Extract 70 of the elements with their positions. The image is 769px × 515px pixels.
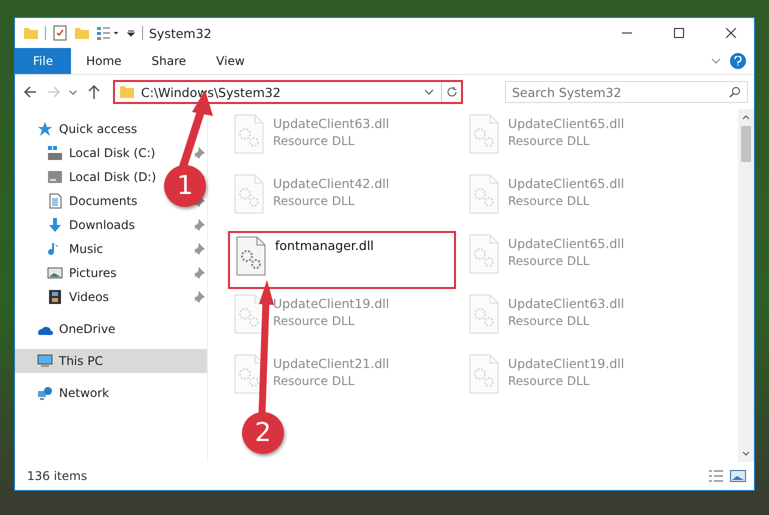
file-name: UpdateClient21.dll — [273, 356, 390, 371]
nav-item[interactable]: Videos — [47, 285, 111, 309]
ribbon-tab[interactable]: Home — [71, 48, 137, 74]
file-name: UpdateClient63.dll — [508, 296, 624, 311]
documents-icon — [47, 193, 63, 209]
close-icon — [726, 28, 736, 38]
maximize-icon — [674, 28, 684, 38]
file-name: UpdateClient65.dll — [508, 236, 624, 251]
search-icon — [729, 86, 741, 98]
file-type: Resource DLL — [508, 374, 590, 388]
drive-icon — [47, 169, 63, 185]
file-name: UpdateClient19.dll — [508, 356, 624, 371]
file-name: UpdateClient19.dll — [273, 296, 390, 311]
dll-file-icon — [235, 236, 267, 276]
refresh-icon — [446, 86, 458, 98]
file-name: UpdateClient63.dll — [273, 116, 390, 131]
scroll-thumb[interactable] — [741, 126, 751, 162]
ribbon-tab[interactable]: File — [15, 48, 72, 74]
file-type: Resource DLL — [508, 314, 590, 328]
file-type: Resource DLL — [273, 134, 356, 148]
file-name: UpdateClient65.dll — [508, 116, 624, 131]
dll-file-icon — [468, 234, 500, 274]
file-type: Resource DLL — [273, 314, 356, 328]
file-type: Resource DLL — [508, 194, 590, 208]
dll-file-icon — [468, 174, 500, 214]
pictures-icon — [47, 265, 63, 281]
file-item[interactable]: fontmanager.dll — [228, 231, 456, 289]
file-type: Resource DLL — [273, 374, 356, 388]
star-icon — [37, 121, 53, 137]
item-count: 136 items — [27, 469, 88, 483]
details-view-button[interactable] — [708, 469, 724, 483]
nav-item[interactable]: Network — [15, 381, 207, 405]
address-bar[interactable]: C:\Windows\System32 — [113, 80, 463, 104]
file-type: Resource DLL — [508, 254, 590, 268]
list-view-icon[interactable] — [96, 25, 120, 41]
nav-item[interactable]: Pictures — [47, 261, 119, 285]
ribbon-tab[interactable]: Share — [136, 48, 202, 74]
nav-item[interactable]: Quick access — [15, 117, 207, 141]
file-name: UpdateClient42.dll — [273, 176, 390, 191]
nav-item[interactable]: This PC — [15, 349, 207, 373]
search-field[interactable]: Search System32 — [505, 81, 748, 103]
nav-item[interactable]: Local Disk (C:) — [47, 141, 158, 165]
properties-icon[interactable] — [52, 25, 68, 41]
file-type: Resource DLL — [508, 134, 590, 148]
dll-file-icon — [233, 174, 265, 214]
nav-item[interactable]: Local Disk (D:) — [47, 165, 158, 189]
file-name: fontmanager.dll — [275, 238, 374, 253]
network-icon — [37, 385, 53, 401]
system-drive-icon — [47, 145, 63, 161]
chevron-down-icon — [69, 90, 77, 94]
file-type: Resource DLL — [273, 194, 356, 208]
nav-item[interactable]: Downloads — [47, 213, 137, 237]
ribbon-tab[interactable]: View — [201, 48, 260, 74]
window-title: System32 — [149, 26, 213, 40]
help-icon[interactable] — [730, 53, 746, 69]
dll-file-icon — [468, 294, 500, 334]
scrollbar[interactable] — [738, 109, 754, 462]
folder-icon — [119, 84, 135, 100]
downloads-icon — [47, 217, 63, 233]
nav-item[interactable]: Music — [47, 237, 106, 261]
dll-file-icon — [468, 354, 500, 394]
large-icons-view-button[interactable] — [730, 469, 746, 483]
dll-file-icon — [233, 114, 265, 154]
dll-file-icon — [468, 114, 500, 154]
nav-item[interactable]: OneDrive — [15, 317, 207, 341]
computer-icon — [37, 353, 53, 369]
nav-item[interactable]: Documents — [47, 189, 140, 213]
minimize-icon — [622, 32, 632, 34]
videos-icon — [47, 289, 63, 305]
file-name: UpdateClient65.dll — [508, 176, 624, 191]
